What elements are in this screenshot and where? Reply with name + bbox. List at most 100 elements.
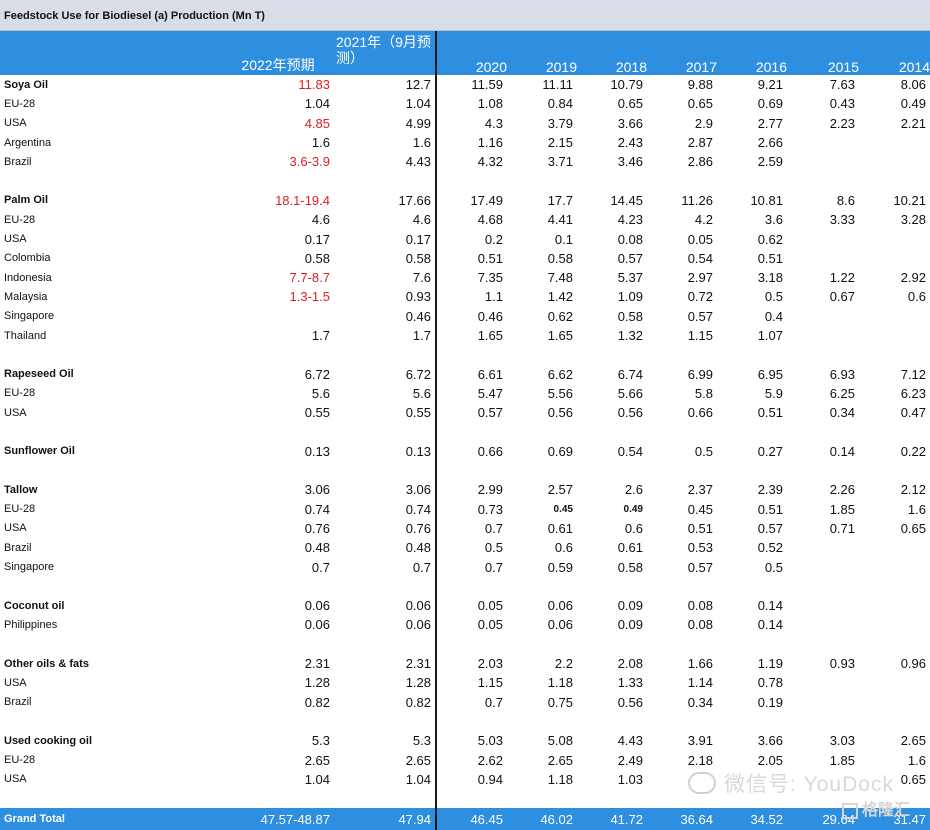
value-cell: 0.45: [687, 501, 713, 517]
value-cell: 0.55: [304, 405, 330, 421]
row-label: Coconut oil: [4, 599, 65, 612]
value-cell: 5.03: [477, 733, 503, 749]
header-col-3: 2020: [436, 31, 507, 75]
value-cell: 0.76: [334, 518, 437, 539]
empty-cell: [507, 712, 577, 731]
value-cell: 0.47: [900, 405, 926, 421]
value-cell: 0.27: [757, 443, 783, 459]
value-cell: 0.45: [553, 503, 573, 515]
value-cell: 0.53: [687, 540, 713, 556]
empty-cell: [334, 460, 437, 481]
value-cell: 0.13: [334, 441, 437, 461]
value-cell: 2.08: [617, 656, 643, 672]
spacer-row: [0, 171, 930, 191]
empty-cell: [334, 422, 437, 442]
value-cell: 2.39: [757, 482, 783, 498]
value-cell: 1.19: [757, 656, 783, 672]
value-cell: 1.09: [617, 289, 643, 305]
value-cell: 6.93: [829, 366, 855, 382]
value-cell: 1.28: [334, 673, 437, 693]
value-cell: 3.18: [757, 270, 783, 286]
value-cell: 0.58: [304, 250, 330, 266]
row-label: Soya Oil: [4, 78, 49, 91]
value-cell: 2.92: [900, 270, 926, 286]
table-row: Indonesia 7.7-8.7 7.6 7.35 7.48 5.37 2.97 3.18 1…: [0, 267, 930, 288]
feedstock-table: 2022年预期 2021年（9月预测） 2020 2019 2018 2017 2016 20…: [0, 31, 930, 830]
value-cell: 0.06: [547, 617, 573, 633]
value-cell: 2.97: [687, 270, 713, 286]
value-cell: 0.7: [484, 559, 503, 575]
value-cell: 1.03: [617, 771, 643, 787]
empty-cell: [222, 635, 334, 654]
table-row: EU-28 1.04 1.04 1.08 0.84 0.65 0.65 0.69 0.43 0.4…: [0, 94, 930, 114]
empty-cell: [787, 461, 859, 480]
empty-cell: [717, 461, 787, 480]
value-cell: 1.7: [311, 328, 330, 343]
value-cell: 3.6: [764, 212, 783, 228]
value-cell: [787, 538, 859, 557]
value-cell: [787, 152, 859, 171]
value-cell: 2.65: [334, 750, 437, 770]
empty-cell: [436, 171, 507, 190]
value-cell: 5.3: [334, 731, 437, 751]
value-cell: 8.06: [900, 77, 926, 93]
empty-cell: [859, 171, 930, 190]
value-cell: 0.54: [687, 250, 713, 266]
empty-cell: [647, 635, 717, 654]
value-cell: 0.05: [477, 598, 503, 614]
value-cell: [859, 229, 930, 248]
value-cell: 0.51: [757, 405, 783, 421]
empty-cell: [222, 789, 334, 808]
value-cell: 0.93: [829, 656, 855, 672]
empty-cell: [787, 712, 859, 731]
value-cell: 0.34: [829, 405, 855, 421]
value-cell: 2.87: [687, 135, 713, 151]
row-label: EU-28: [4, 387, 36, 400]
value-cell: 4.43: [334, 152, 437, 172]
value-cell: 7.63: [829, 77, 855, 93]
table-row: USA 1.28 1.28 1.15 1.18 1.33 1.14 0.78: [0, 673, 930, 693]
value-cell: 0.5: [764, 559, 783, 575]
value-cell: [859, 596, 930, 615]
value-cell: 0.94: [477, 771, 503, 787]
total-value: 46.45: [436, 808, 507, 830]
row-label: Colombia: [4, 252, 51, 265]
empty-cell: [717, 635, 787, 654]
value-cell: 1.7: [334, 325, 437, 346]
row-label: Sunflower Oil: [4, 445, 75, 458]
value-cell: 0.65: [900, 520, 926, 536]
empty-cell: [717, 422, 787, 441]
value-cell: 0.57: [687, 308, 713, 324]
value-cell: 0.74: [334, 499, 437, 519]
value-cell: 3.46: [617, 154, 643, 170]
value-cell: 0.56: [617, 694, 643, 710]
value-cell: 5.56: [547, 385, 573, 401]
header-col-1: 2022年预期: [222, 31, 334, 75]
value-cell: 3.71: [547, 154, 573, 170]
value-cell: 0.58: [617, 559, 643, 575]
value-cell: 1.28: [304, 675, 330, 691]
table-row: Brazil 0.48 0.48 0.5 0.6 0.61 0.53 0.52: [0, 538, 930, 558]
group-row: Used cooking oil 5.3 5.3 5.03 5.08 4.43 3.91 3.…: [0, 731, 930, 751]
empty-cell: [436, 461, 507, 480]
empty-cell: [717, 577, 787, 596]
row-label: EU-28: [4, 213, 36, 226]
row-label: EU-28: [4, 503, 36, 516]
value-cell: 0.96: [900, 656, 926, 672]
value-cell: 2.66: [757, 135, 783, 151]
value-cell: 5.66: [617, 385, 643, 401]
value-cell: 2.86: [687, 154, 713, 170]
value-cell: 1.6: [334, 132, 437, 153]
value-cell: [787, 307, 859, 326]
value-cell: 1.85: [829, 752, 855, 768]
table-body: Soya Oil 11.83 12.7 11.59 11.11 10.79 9.88 9.21…: [0, 75, 930, 830]
value-cell: 0.74: [304, 501, 330, 517]
spacer-row: [0, 345, 930, 365]
value-cell: [787, 133, 859, 152]
value-cell: 0.5: [484, 540, 503, 556]
value-cell: 0.43: [829, 96, 855, 112]
empty-cell: [717, 345, 787, 364]
empty-cell: [0, 577, 222, 596]
value-cell: 2.65: [304, 752, 330, 768]
header-col-8: 2015: [787, 31, 859, 75]
